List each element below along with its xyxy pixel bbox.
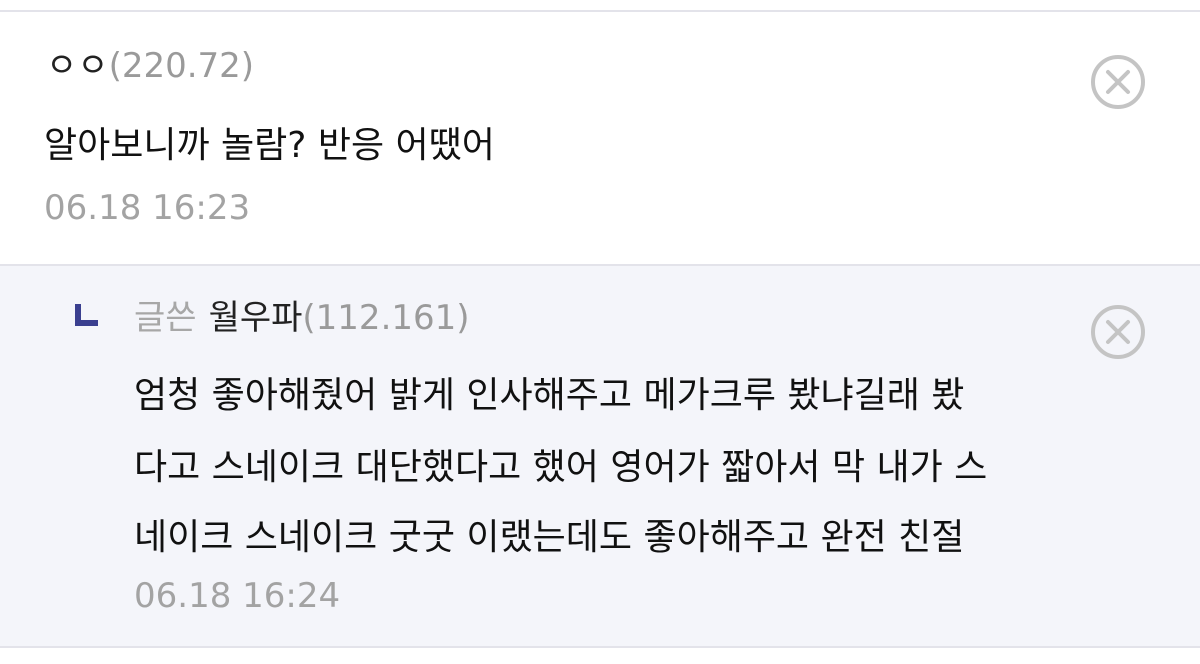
reply-nickname[interactable]: 월우파 [209,298,303,338]
comment-timestamp: 06.18 16:23 [44,188,251,228]
reply-author: 글쓴 월우파(112.161) [134,298,470,338]
reply-text-line-3: 네이크 스네이크 굿굿 이랬는데도 좋아해주고 완전 친절 [134,517,965,558]
reply-text-line-2: 다고 스네이크 대단했다고 했어 영어가 짧아서 막 내가 스 [134,447,988,488]
reply-item: 글쓴 월우파(112.161) 엄청 좋아해줬어 밝게 인사해주고 메가크루 봤냐… [0,264,1200,648]
comment-text: 알아보니까 놀람? 반응 어땠어 [44,125,495,166]
comment-thread: ㅇㅇ(220.72) 알아보니까 놀람? 반응 어땠어 06.18 16:23 … [0,0,1200,664]
comment-item: ㅇㅇ(220.72) 알아보니까 놀람? 반응 어땠어 06.18 16:23 [0,12,1200,264]
close-circle-icon[interactable] [1090,54,1146,110]
writer-badge: 글쓴 [134,298,197,338]
close-circle-icon[interactable] [1090,304,1146,360]
comment-author: ㅇㅇ(220.72) [46,46,254,86]
reply-timestamp: 06.18 16:24 [134,576,341,616]
reply-arrow-icon [75,304,98,326]
comment-ip: (220.72) [108,46,255,86]
reply-text-line-1: 엄청 좋아해줬어 밝게 인사해주고 메가크루 봤냐길래 봤 [134,375,965,416]
reply-ip: (112.161) [302,298,470,338]
comment-nickname[interactable]: ㅇㅇ [46,46,109,86]
